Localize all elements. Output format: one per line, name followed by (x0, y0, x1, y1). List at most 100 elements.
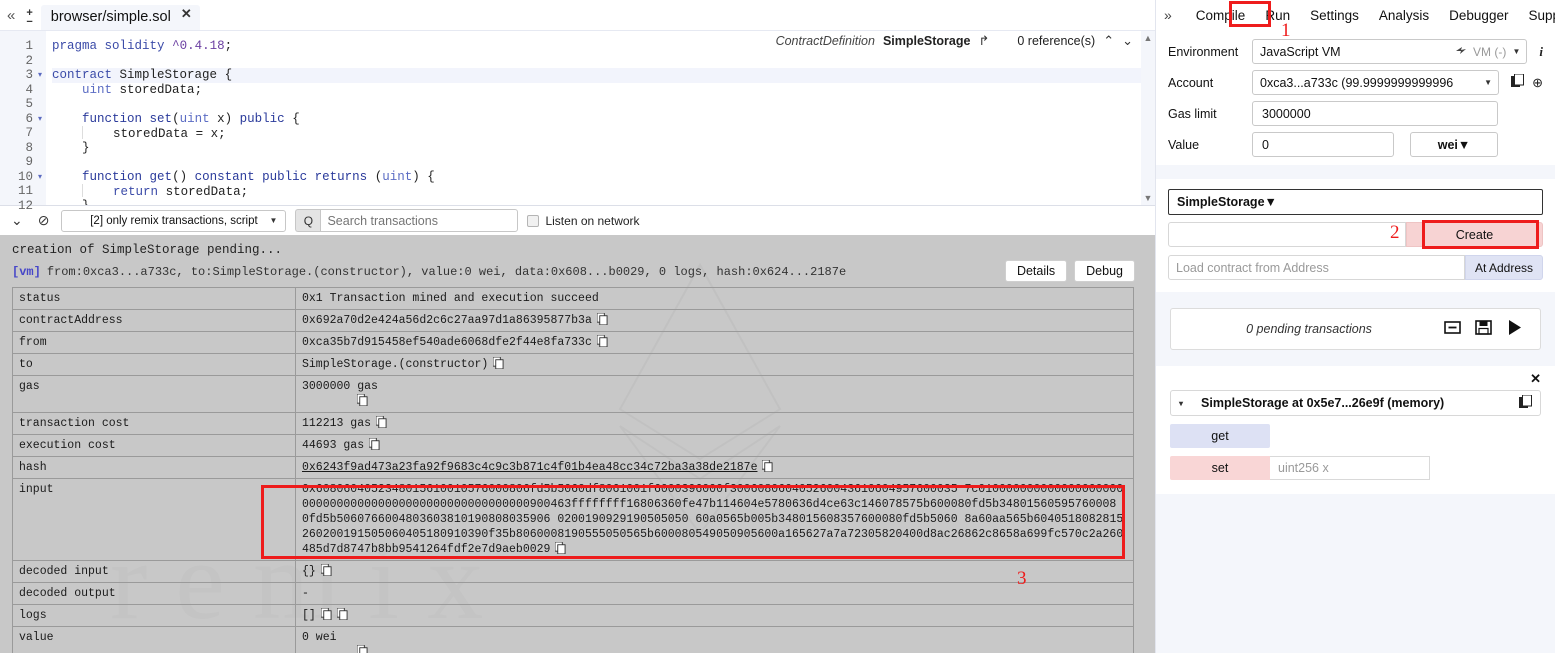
deploy-panel: SimpleStorage ▼ Create Load contract fro… (1156, 179, 1555, 292)
row-key: hash (12, 456, 296, 479)
transaction-summary-line[interactable]: [vm] from:0xca3...a733c, to:SimpleStorag… (12, 265, 1145, 279)
function-input-set[interactable]: uint256 x (1270, 456, 1430, 480)
transaction-summary-text: from:0xca3...a733c, to:SimpleStorage.(co… (46, 265, 847, 279)
close-icon[interactable]: ✕ (181, 7, 192, 20)
environment-label: Environment (1168, 44, 1239, 59)
debug-button[interactable]: Debug (1074, 260, 1135, 282)
create-button[interactable]: Create (1406, 222, 1543, 247)
code-line: } (82, 140, 90, 155)
row-value: SimpleStorage.(constructor) (295, 353, 1134, 376)
panel-spacer (1156, 165, 1555, 179)
context-bar: ContractDefinition SimpleStorage ↱ 0 ref… (776, 33, 1133, 49)
at-address-button[interactable]: At Address (1465, 255, 1543, 280)
code-editor[interactable]: ContractDefinition SimpleStorage ↱ 0 ref… (0, 30, 1155, 213)
code-content[interactable]: pragma solidity ^0.4.18; contract Simple… (46, 31, 1141, 205)
details-button[interactable]: Details (1004, 260, 1068, 282)
row-value-text: 112213 gas (302, 417, 372, 430)
line-number: 5 (25, 97, 33, 111)
scroll-down-icon[interactable]: ▼ (1144, 193, 1153, 203)
row-value: {} (295, 560, 1134, 583)
gas-limit-field[interactable] (1260, 105, 1490, 122)
code-line: function set(uint x) public { (82, 111, 300, 126)
clear-console-icon[interactable]: ⊘ (35, 212, 53, 229)
deployed-contract-header[interactable]: ▾ SimpleStorage at 0x5e7...26e9f (memory… (1170, 390, 1541, 416)
environment-select[interactable]: JavaScript VM VM (-) ▼ (1252, 39, 1528, 64)
transaction-filter-select[interactable]: [2] only remix transactions, script ▼ (61, 209, 287, 232)
copy-icon[interactable] (596, 334, 608, 348)
row-key: to (12, 353, 296, 376)
search-input[interactable] (320, 209, 519, 232)
chevron-right-icon[interactable]: » (1156, 7, 1186, 23)
gas-limit-input[interactable] (1252, 101, 1498, 126)
row-value-text: 3000000 gas (302, 380, 378, 393)
row-value: [] (295, 604, 1134, 627)
copy-icon[interactable] (368, 437, 380, 451)
search-icon[interactable]: Q (295, 209, 321, 232)
font-size-controls[interactable]: + − (22, 8, 40, 30)
row-value-text: 0x6243f9ad473a23fa92f9683c4c9c3b871c4f01… (302, 461, 758, 474)
row-key: transaction cost (12, 412, 296, 435)
function-row-get: get (1170, 424, 1541, 448)
row-value: 0x6080604052348015610010576000806fd5b506… (295, 478, 1134, 561)
tab-run[interactable]: Run (1255, 4, 1300, 27)
copy-icon[interactable] (1511, 73, 1525, 91)
tab-debugger[interactable]: Debugger (1439, 4, 1518, 27)
remix-ide-window: « + − browser/simple.sol ✕ ContractDefin… (0, 0, 1555, 653)
jump-to-definition-icon[interactable]: ↱ (978, 33, 989, 49)
tab-compile[interactable]: Compile (1186, 4, 1256, 27)
terminal-collapse-icon[interactable]: ⌄ (8, 212, 26, 229)
function-button-get[interactable]: get (1170, 424, 1270, 448)
add-account-icon[interactable]: ⊕ (1532, 75, 1543, 91)
editor-scrollbar[interactable]: ▲ ▼ (1141, 31, 1155, 205)
copy-icon[interactable] (356, 644, 368, 653)
function-button-set[interactable]: set (1170, 456, 1270, 480)
copy-icon[interactable] (1519, 394, 1532, 412)
row-key: value (12, 626, 296, 653)
line-number: 9 (25, 155, 33, 169)
tab-support[interactable]: Support (1518, 4, 1555, 27)
transaction-filter-label: [2] only remix transactions, script (90, 214, 258, 227)
copy-icon[interactable] (492, 356, 504, 370)
row-key: input (12, 478, 296, 561)
scroll-up-icon[interactable]: ▲ (1144, 33, 1153, 43)
file-tab-simple-sol[interactable]: browser/simple.sol ✕ (40, 5, 200, 30)
font-decrease-icon[interactable]: − (26, 17, 32, 28)
tab-analysis[interactable]: Analysis (1369, 4, 1439, 27)
environment-row: Environment JavaScript VM VM (-) ▼ i (1156, 36, 1555, 67)
tab-settings[interactable]: Settings (1300, 4, 1369, 27)
copy-icon[interactable] (320, 563, 332, 577)
chevron-down-icon[interactable]: ⌄ (1122, 33, 1133, 49)
caret-icon[interactable]: ▾ (1179, 399, 1183, 408)
save-icon[interactable] (1475, 319, 1492, 339)
listen-on-network-checkbox[interactable]: Listen on network (527, 214, 640, 228)
minus-box-icon[interactable] (1444, 319, 1461, 339)
load-address-input[interactable]: Load contract from Address (1168, 255, 1465, 280)
fold-icon[interactable]: ▾ (38, 113, 42, 128)
copy-icon[interactable] (375, 415, 387, 429)
copy-icon[interactable] (356, 393, 368, 407)
chevron-up-icon[interactable]: ⌃ (1103, 33, 1114, 49)
copy-json-icon[interactable] (336, 607, 348, 621)
value-unit-select[interactable]: wei ▼ (1410, 132, 1498, 157)
search-transactions[interactable]: Q (295, 209, 519, 232)
close-icon[interactable]: ✕ (1530, 371, 1541, 387)
value-field[interactable] (1260, 136, 1386, 153)
account-select[interactable]: 0xca3...a733c (99.9999999999996 ▼ (1252, 70, 1500, 95)
collapse-panel-icon[interactable]: « (0, 2, 22, 30)
checkbox-box[interactable] (527, 214, 540, 227)
copy-icon[interactable] (320, 607, 332, 621)
constructor-args-input[interactable] (1168, 222, 1406, 247)
copy-icon[interactable] (596, 312, 608, 326)
vm-status-text: VM (-) (1473, 44, 1507, 59)
copy-icon[interactable] (762, 459, 774, 473)
line-number-gutter: 1 2 3 ▾ 4 5 6 ▾ 7 8 9 10 ▾ 11 12 (0, 31, 46, 213)
copy-icon[interactable] (554, 541, 566, 555)
terminal-body[interactable]: r e m i x creation of SimpleStorage pend… (0, 235, 1155, 653)
environment-vm-status: VM (-) (1455, 45, 1506, 59)
value-input[interactable] (1252, 132, 1394, 157)
info-icon[interactable]: i (1539, 44, 1543, 60)
fold-icon[interactable]: ▾ (38, 69, 42, 84)
contract-select[interactable]: SimpleStorage ▼ (1168, 189, 1543, 215)
play-icon[interactable] (1506, 319, 1523, 339)
fold-icon[interactable]: ▾ (38, 171, 42, 186)
